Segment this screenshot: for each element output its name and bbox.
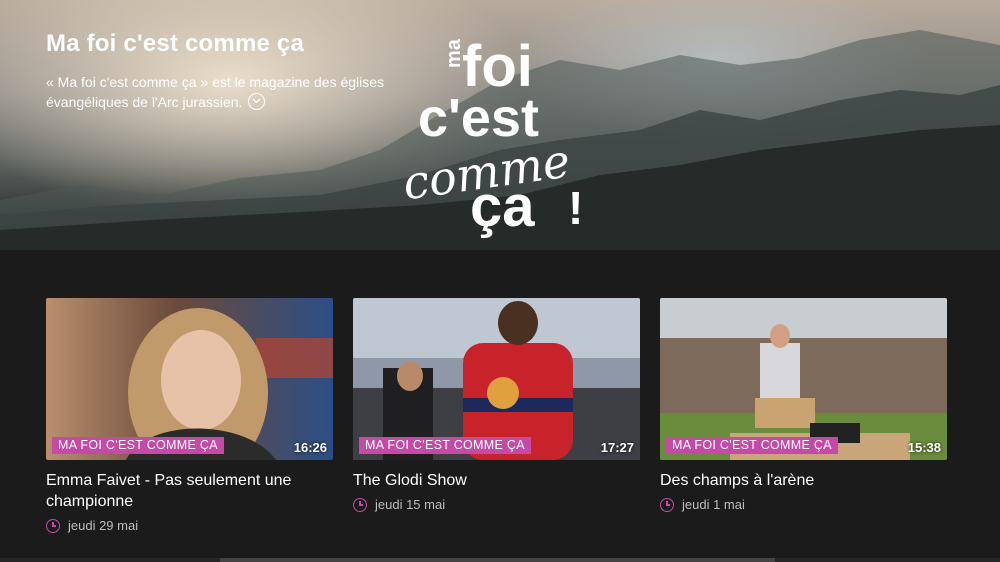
video-date: jeudi 1 mai: [660, 497, 947, 512]
clock-icon: [660, 497, 674, 512]
video-card[interactable]: MA FOI C'EST COMME ÇA 16:26 Emma Faivet …: [46, 298, 333, 533]
show-description-text: « Ma foi c'est comme ça » est le magazin…: [46, 74, 385, 110]
video-title[interactable]: The Glodi Show: [353, 470, 640, 491]
clock-icon: [353, 497, 367, 512]
show-badge: MA FOI C'EST COMME ÇA: [359, 437, 531, 454]
video-date-text: jeudi 15 mai: [375, 497, 446, 512]
video-thumbnail[interactable]: MA FOI C'EST COMME ÇA 16:26: [46, 298, 333, 460]
video-date-text: jeudi 1 mai: [682, 497, 745, 512]
show-description: « Ma foi c'est comme ça » est le magazin…: [46, 72, 416, 112]
video-date: jeudi 15 mai: [353, 497, 640, 512]
video-thumbnail[interactable]: MA FOI C'EST COMME ÇA 15:38: [660, 298, 947, 460]
video-date: jeudi 29 mai: [46, 518, 333, 533]
video-title[interactable]: Des champs à l'arène: [660, 470, 947, 491]
page-title: Ma foi c'est comme ça: [46, 30, 305, 57]
video-card[interactable]: MA FOI C'EST COMME ÇA 15:38 Des champs à…: [660, 298, 947, 512]
thumbnail-image: [353, 298, 640, 460]
show-badge: MA FOI C'EST COMME ÇA: [52, 437, 224, 454]
thumbnail-image: [46, 298, 333, 460]
video-card[interactable]: MA FOI C'EST COMME ÇA 17:27 The Glodi Sh…: [353, 298, 640, 512]
video-duration: 16:26: [293, 440, 327, 455]
logo-word: ça: [470, 174, 535, 238]
video-duration: 15:38: [907, 440, 941, 455]
show-badge: MA FOI C'EST COMME ÇA: [666, 437, 838, 454]
video-title[interactable]: Emma Faivet - Pas seulement une champion…: [46, 470, 333, 512]
video-thumbnail[interactable]: MA FOI C'EST COMME ÇA 17:27: [353, 298, 640, 460]
hero-banner: Ma foi c'est comme ça « Ma foi c'est com…: [0, 0, 1000, 265]
thumbnail-image: [660, 298, 947, 460]
logo-word: !: [568, 182, 583, 234]
scrollbar-thumb[interactable]: [220, 558, 775, 562]
video-date-text: jeudi 29 mai: [68, 518, 139, 533]
show-logo: ma foi c'est comme ça !: [400, 34, 583, 238]
video-duration: 17:27: [600, 440, 634, 455]
chevron-down-circle-icon[interactable]: [248, 93, 266, 110]
horizontal-scrollbar[interactable]: [0, 558, 1000, 562]
clock-icon: [46, 518, 60, 533]
